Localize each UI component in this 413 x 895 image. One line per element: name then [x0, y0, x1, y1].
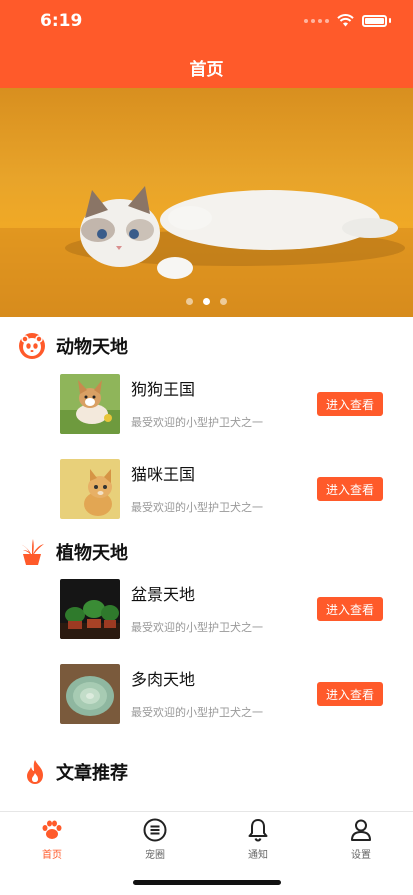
item-desc: 最受欢迎的小型护卫犬之一 — [131, 501, 263, 514]
item-desc: 最受欢迎的小型护卫犬之一 — [131, 706, 263, 719]
tab-label: 首页 — [42, 850, 62, 861]
carousel-dot-active[interactable] — [203, 298, 210, 305]
status-time: 6:19 — [40, 11, 83, 31]
battery-icon — [362, 14, 387, 27]
carousel-indicator — [0, 298, 413, 305]
page-title: 首页 — [189, 60, 224, 80]
carousel-dot[interactable] — [186, 298, 193, 305]
tab-label: 通知 — [248, 850, 268, 861]
user-icon — [351, 819, 371, 841]
section-title: 文章推荐 — [56, 763, 128, 784]
enter-button[interactable]: 进入查看 — [317, 477, 383, 501]
tab-label: 设置 — [351, 850, 371, 861]
tab-notifications[interactable]: 通知 — [223, 818, 293, 861]
paw-icon — [42, 820, 62, 839]
list-item[interactable]: 狗狗王国 最受欢迎的小型护卫犬之一 进入查看 — [60, 374, 390, 434]
enter-button[interactable]: 进入查看 — [317, 597, 383, 621]
section-title: 植物天地 — [56, 543, 128, 564]
list-circle-icon — [143, 818, 167, 842]
tab-label: 宠圈 — [145, 850, 165, 861]
list-item[interactable]: 盆景天地 最受欢迎的小型护卫犬之一 进入查看 — [60, 579, 390, 639]
section-animals-header: 动物天地 — [18, 332, 128, 360]
section-plants-header: 植物天地 — [18, 538, 128, 566]
item-title: 猫咪王国 — [131, 465, 196, 484]
list-item[interactable]: 多肉天地 最受欢迎的小型护卫犬之一 进入查看 — [60, 664, 390, 724]
dog-thumbnail — [60, 374, 120, 434]
item-title: 盆景天地 — [131, 585, 196, 604]
cat-image — [0, 186, 413, 317]
section-title: 动物天地 — [56, 337, 128, 358]
carousel-dot[interactable] — [220, 298, 227, 305]
bell-icon — [248, 819, 268, 842]
plant-pot-icon — [20, 539, 44, 565]
tab-settings[interactable]: 设置 — [326, 818, 396, 861]
list-item[interactable]: 猫咪王国 最受欢迎的小型护卫犬之一 进入查看 — [60, 459, 390, 519]
status-icons — [304, 14, 391, 27]
item-title: 多肉天地 — [131, 670, 196, 689]
kitten-thumbnail — [60, 459, 120, 519]
panda-icon — [19, 333, 45, 359]
item-title: 狗狗王国 — [131, 380, 196, 399]
tab-pet-circle[interactable]: 宠圈 — [120, 818, 190, 861]
nav-header: 6:19 首页 — [0, 0, 413, 88]
enter-button[interactable]: 进入查看 — [317, 392, 383, 416]
enter-button[interactable]: 进入查看 — [317, 682, 383, 706]
bonsai-thumbnail — [60, 579, 120, 639]
banner-carousel[interactable] — [0, 88, 413, 317]
item-desc: 最受欢迎的小型护卫犬之一 — [131, 621, 263, 634]
succulent-thumbnail — [60, 664, 120, 724]
wifi-icon — [337, 14, 354, 27]
tab-home[interactable]: 首页 — [17, 818, 87, 861]
item-desc: 最受欢迎的小型护卫犬之一 — [131, 416, 263, 429]
home-indicator[interactable] — [133, 880, 281, 885]
signal-icon — [304, 18, 329, 23]
fire-icon — [27, 760, 43, 784]
section-articles-header: 文章推荐 — [24, 759, 128, 785]
